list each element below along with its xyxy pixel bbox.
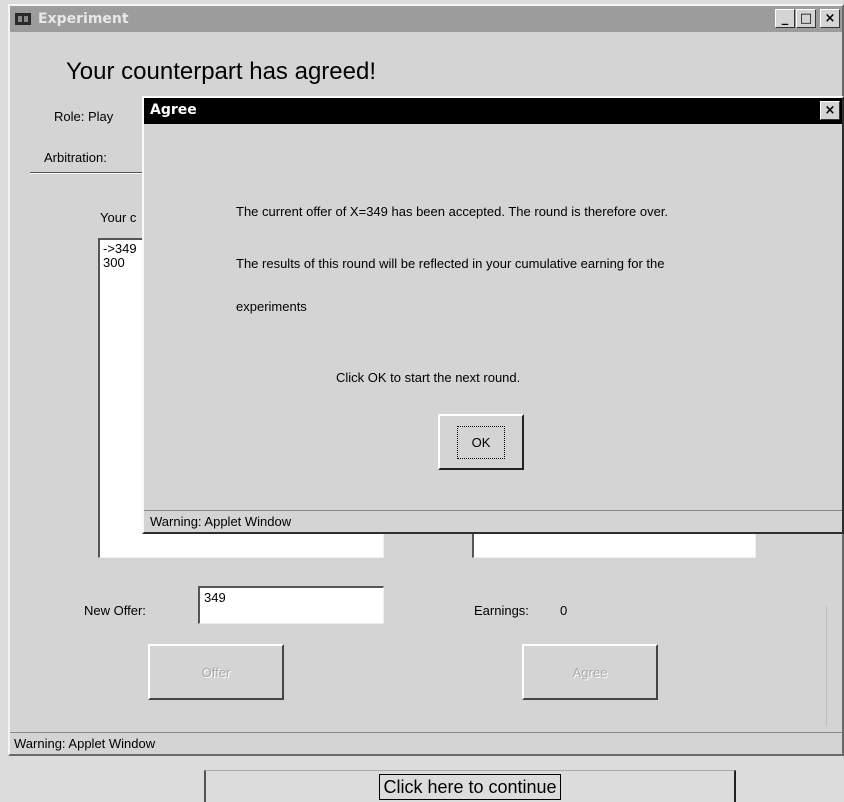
dialog-message-line: The results of this round will be reflec… [236,256,665,271]
earnings-label: Earnings: [474,603,529,618]
divider [30,172,148,174]
close-button[interactable]: × [820,9,840,28]
dialog-message-line: experiments [236,299,307,314]
dialog-instruction: Click OK to start the next round. [336,370,521,385]
dialog-message-line: The current offer of X=349 has been acce… [236,204,669,219]
agree-dialog: Agree × The current offer of X=349 has b… [142,96,844,534]
applet-warning-bar: Warning: Applet Window [10,732,842,754]
maximize-button[interactable]: □ [796,9,816,28]
ok-button-label: OK [456,425,506,459]
window-titlebar[interactable]: Experiment _ □ × [10,6,842,32]
window-controls: _ □ × [775,9,840,28]
ok-button[interactable]: OK [438,414,524,470]
page-heading: Your counterpart has agreed! [66,58,376,85]
your-offers-label: Your c [100,210,137,225]
agree-button[interactable]: Agree [522,644,658,700]
dialog-warning-bar: Warning: Applet Window [144,510,842,532]
continue-button[interactable]: Click here to continue [204,770,736,802]
offer-button[interactable]: Offer [148,644,284,700]
arbitration-label: Arbitration: [44,150,107,165]
minimize-button[interactable]: _ [775,9,795,28]
continue-button-label: Click here to continue [379,773,561,800]
java-app-icon [12,9,34,29]
new-offer-label: New Offer: [84,603,146,618]
role-row: Role: Play [54,109,113,124]
divider [826,606,827,726]
earnings-value: 0 [560,603,568,618]
role-value: Play [88,109,114,124]
dialog-titlebar[interactable]: Agree × [144,98,842,124]
dialog-close-button[interactable]: × [820,101,840,120]
role-label: Role: [54,109,85,124]
dialog-title: Agree [150,102,197,118]
new-offer-input[interactable]: 349 [198,586,384,624]
window-title: Experiment [38,11,129,27]
